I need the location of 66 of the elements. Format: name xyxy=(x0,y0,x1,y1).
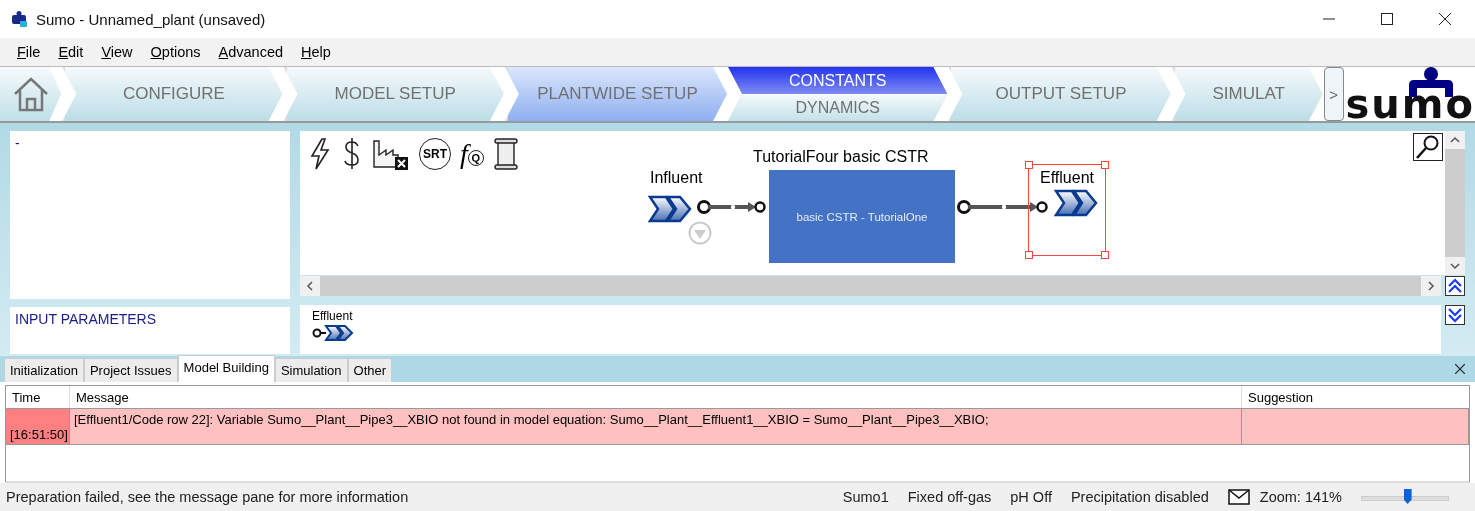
close-icon[interactable] xyxy=(1455,364,1465,374)
workflow-tab[interactable]: DYNAMICS xyxy=(728,94,948,121)
panel-text: - xyxy=(15,135,20,151)
horizontal-scrollbar[interactable] xyxy=(300,276,1441,296)
reactor-block[interactable]: basic CSTR - TutorialOne xyxy=(769,170,955,263)
message-tab[interactable]: Model Building xyxy=(177,355,275,382)
home-button[interactable] xyxy=(0,67,62,121)
window-title: Sumo - Unnamed_plant (unsaved) xyxy=(36,10,266,28)
maximize-icon[interactable] xyxy=(1381,13,1393,25)
resize-handle[interactable] xyxy=(1025,161,1033,169)
effluent-icon xyxy=(1054,189,1098,217)
workflow-step[interactable]: CONFIGURE xyxy=(62,67,283,121)
status-item: Fixed off-gas xyxy=(907,489,992,505)
status-item: Precipitation disabled xyxy=(1070,489,1209,505)
status-message: Preparation failed, see the message pane for more information xyxy=(6,489,409,505)
workflow-step[interactable]: OUTPUT SETUP xyxy=(948,67,1171,121)
scroll-button[interactable]: > xyxy=(1323,67,1344,121)
unit-title: TutorialFour basic CSTR xyxy=(753,148,929,166)
mail-icon[interactable] xyxy=(1227,489,1250,505)
menu-item[interactable]: Advanced xyxy=(209,44,293,60)
message-tab[interactable]: Other xyxy=(347,358,393,382)
menu-item[interactable]: Help xyxy=(292,44,340,60)
app-icon xyxy=(10,10,28,28)
menu-item[interactable]: View xyxy=(92,44,142,60)
logo: sumo xyxy=(1345,87,1475,121)
node-label: Influent xyxy=(650,169,703,187)
scroll-icon[interactable] xyxy=(492,137,519,171)
vertical-scrollbar[interactable] xyxy=(1445,131,1465,275)
workflow-tab[interactable]: CONSTANTS xyxy=(728,67,948,94)
effluent-icon xyxy=(312,323,354,343)
status-item: Sumo1 xyxy=(842,489,889,505)
influent-icon[interactable] xyxy=(648,195,692,223)
status-item: pH Off xyxy=(1010,489,1052,505)
function-button[interactable]: fQ xyxy=(460,137,484,171)
message-tab[interactable]: Project Issues xyxy=(83,358,178,382)
palette-item[interactable]: Effluent xyxy=(312,309,354,343)
column-header: Suggestion xyxy=(1247,388,1315,407)
table-cell: [Effluent1/Code row 22]: Variable Sumo__Plant__Pipe3__XBIO not found in model equation: Sumo__Plant__Effluent1__XBIO = Sumo__Plant__Pipe3__XBIO; xyxy=(70,409,1242,444)
workflow-step[interactable]: SIMULAT xyxy=(1171,67,1323,121)
message-tab[interactable]: Simulation xyxy=(274,358,348,382)
resize-handle[interactable] xyxy=(1101,251,1109,259)
scroll-up-icon[interactable] xyxy=(1445,131,1465,149)
menu-item[interactable]: Options xyxy=(141,44,210,60)
pipe-connector[interactable] xyxy=(696,199,766,215)
panel-heading: INPUT PARAMETERS xyxy=(15,311,157,327)
node-label: Effluent xyxy=(1040,169,1094,187)
menu-item[interactable]: Edit xyxy=(49,44,93,60)
zoom-level: Zoom: 141% xyxy=(1259,489,1342,505)
lightning-icon[interactable] xyxy=(308,137,332,171)
table-cell: [16:51:50] xyxy=(6,409,70,444)
close-icon[interactable] xyxy=(1439,13,1451,25)
expand-icon[interactable] xyxy=(1445,305,1465,325)
zoom-slider[interactable] xyxy=(1361,489,1449,505)
item-label: Effluent xyxy=(312,309,353,323)
factory-icon[interactable] xyxy=(372,137,410,171)
pipe-connector[interactable] xyxy=(956,199,1048,215)
zoom-search-icon[interactable] xyxy=(1413,133,1443,161)
workflow-step[interactable]: MODEL SETUP xyxy=(283,67,504,121)
resize-handle[interactable] xyxy=(1101,161,1109,169)
collapse-icon[interactable] xyxy=(1445,276,1465,296)
effluent-node[interactable]: Effluent xyxy=(1028,164,1106,256)
message-tab[interactable]: Initialization xyxy=(4,358,84,382)
resize-handle[interactable] xyxy=(1025,251,1033,259)
scroll-down-icon[interactable] xyxy=(1445,257,1465,275)
menu-item[interactable]: File xyxy=(8,44,50,60)
scroll-left-icon[interactable] xyxy=(300,276,320,296)
